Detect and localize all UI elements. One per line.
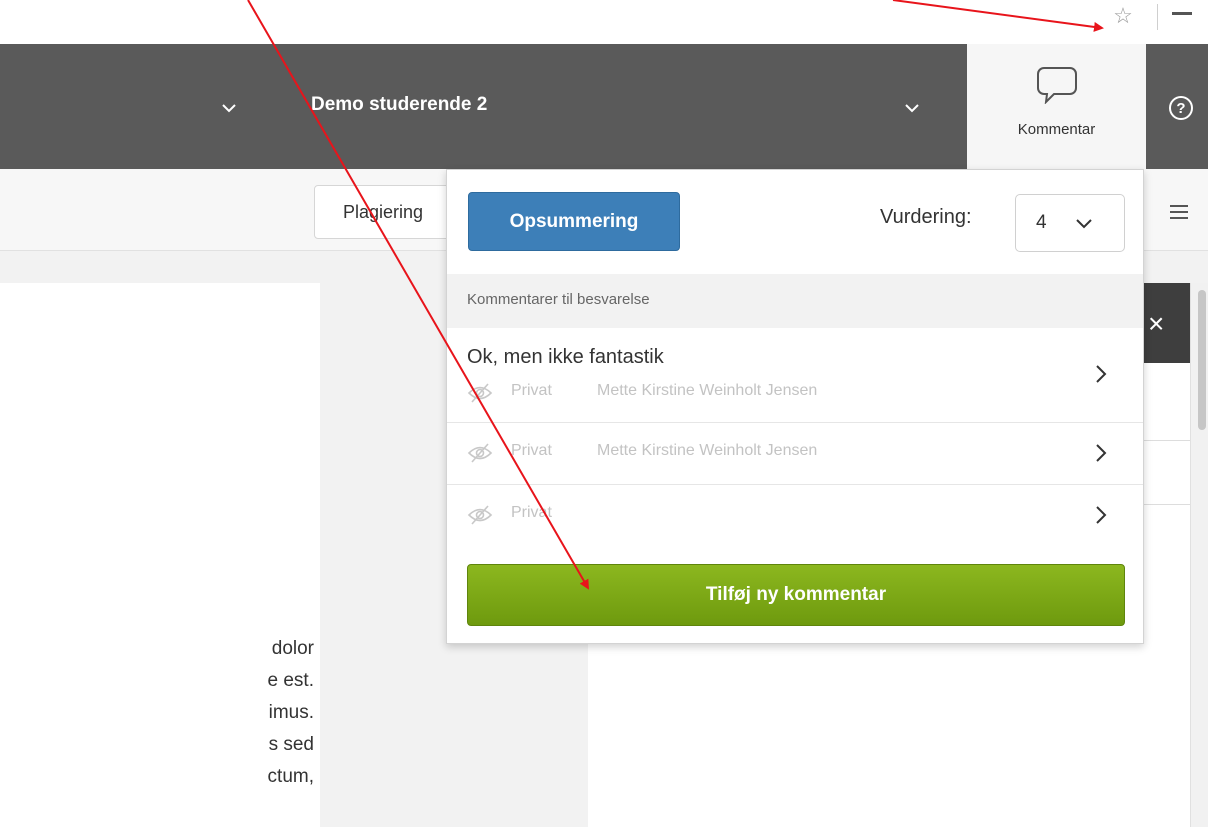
star-outline-icon[interactable]: ☆	[1112, 5, 1134, 27]
speech-bubble-icon	[1037, 67, 1077, 104]
browser-menu-icon[interactable]	[1172, 12, 1192, 15]
grade-value: 4	[1036, 212, 1047, 233]
grade-label: Vurdering:	[880, 206, 972, 228]
document-text-line: s sed	[268, 734, 314, 755]
eye-slash-icon	[467, 443, 493, 463]
document-text-line: imus.	[268, 702, 314, 723]
svg-text:?: ?	[1176, 100, 1185, 117]
document-text-line: dolor	[271, 638, 314, 659]
grade-select[interactable]: 4	[1015, 194, 1125, 252]
comment-meta: Privat Mette Kirstine Weinholt Jensen	[467, 382, 1067, 404]
comment-title: Ok, men ikke fantastik	[467, 346, 664, 368]
panel-divider	[1140, 504, 1190, 505]
chevron-right-icon	[1096, 444, 1107, 462]
close-icon[interactable]: ×	[1148, 310, 1164, 338]
comment-author: Mette Kirstine Weinholt Jensen	[597, 442, 818, 459]
toolbar-divider	[1157, 4, 1158, 30]
panel-divider	[1140, 440, 1190, 441]
comment-item[interactable]: Privat	[447, 484, 1143, 546]
chevron-right-icon	[1096, 365, 1107, 383]
eye-slash-icon	[467, 505, 493, 525]
student-selector-label[interactable]: Demo studerende 2	[311, 94, 487, 116]
comments-section-header: Kommentarer til besvarelse	[447, 274, 1143, 328]
comment-item[interactable]: Ok, men ikke fantastik Privat Mette Kirs…	[447, 328, 1143, 423]
chevron-right-icon	[1096, 506, 1107, 524]
chevron-down-icon	[1076, 219, 1092, 229]
comment-item[interactable]: Privat Mette Kirstine Weinholt Jensen	[447, 422, 1143, 485]
browser-toolbar	[0, 0, 1208, 45]
comment-tab-label: Kommentar	[1017, 121, 1096, 138]
add-comment-button[interactable]: Tilføj ny kommentar	[467, 564, 1125, 626]
chevron-down-icon	[905, 104, 919, 113]
chevron-down-icon	[222, 104, 236, 113]
comment-author: Mette Kirstine Weinholt Jensen	[597, 382, 818, 399]
eye-slash-icon	[467, 383, 493, 403]
comment-popup: Opsummering Vurdering: 4 Kommentarer til…	[446, 169, 1144, 644]
comment-tab[interactable]: Kommentar	[967, 44, 1146, 169]
comment-visibility: Privat	[511, 504, 552, 521]
comment-meta: Privat	[467, 504, 1067, 526]
comment-visibility: Privat	[511, 382, 552, 399]
scrollbar-thumb[interactable]	[1198, 290, 1206, 430]
summary-button[interactable]: Opsummering	[468, 192, 680, 251]
plagiarism-button[interactable]: Plagiering	[314, 185, 454, 239]
comments-section-title: Kommentarer til besvarelse	[467, 291, 650, 308]
comment-visibility: Privat	[511, 442, 552, 459]
plagiarism-button-label: Plagiering	[343, 202, 424, 222]
question-circle-icon[interactable]: ?	[1168, 95, 1194, 121]
document-page: dolor e est. imus. s sed ctum,	[0, 283, 320, 827]
comment-meta: Privat Mette Kirstine Weinholt Jensen	[467, 442, 1067, 464]
document-text-line: ctum,	[267, 766, 314, 787]
header-dropdown-left[interactable]	[222, 101, 242, 117]
hamburger-menu-icon[interactable]	[1170, 204, 1188, 220]
student-selector-dropdown[interactable]	[905, 101, 925, 117]
document-text-line: e est.	[267, 670, 314, 691]
